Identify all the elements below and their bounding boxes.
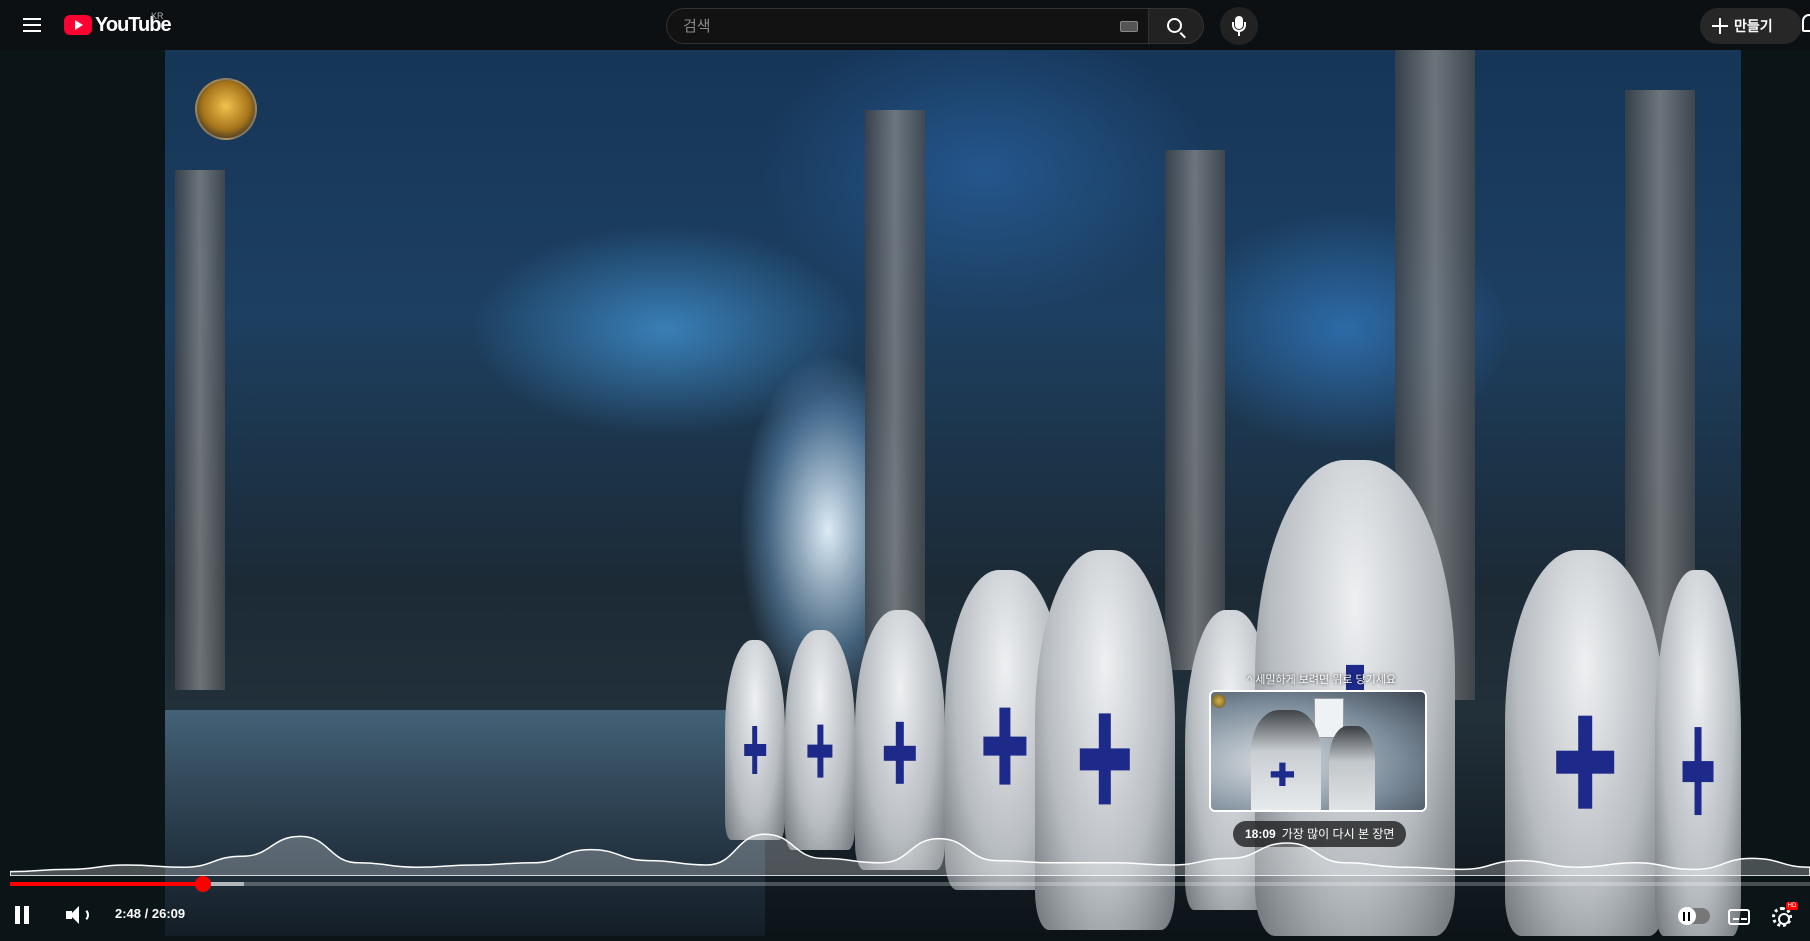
search-box xyxy=(666,8,1148,44)
subtitles-icon[interactable] xyxy=(1728,909,1750,925)
search-bar xyxy=(666,8,1204,44)
menu-icon[interactable] xyxy=(20,14,44,36)
video-player[interactable]: ^ 세밀하게 보려면 위로 당기세요 18:09가장 많이 다시 본 장면 2:… xyxy=(0,50,1810,941)
scene-pillar xyxy=(175,170,225,690)
preview-thumbnail xyxy=(1209,690,1427,812)
keyboard-icon[interactable] xyxy=(1120,21,1138,32)
player-controls: 2:48 / 26:09 HD xyxy=(0,896,1810,936)
search-button[interactable] xyxy=(1148,8,1204,44)
scene-knight xyxy=(725,640,785,840)
settings-icon[interactable] xyxy=(1772,907,1792,927)
search-icon xyxy=(1167,18,1182,33)
heatmap-curve xyxy=(10,833,1810,876)
autoplay-toggle[interactable] xyxy=(1678,907,1710,925)
hd-badge: HD xyxy=(1786,902,1798,910)
autoplay-pause-icon xyxy=(1683,912,1690,921)
pause-button[interactable] xyxy=(12,896,48,932)
masthead: YouTube KR 만들기 xyxy=(0,0,1810,50)
preview-channel-icon xyxy=(1212,694,1226,708)
volume-icon xyxy=(66,906,89,924)
create-label: 만들기 xyxy=(1734,18,1773,34)
notifications-icon[interactable] xyxy=(1802,14,1810,32)
voice-search-button[interactable] xyxy=(1220,7,1258,45)
preview-hint: ^ 세밀하게 보려면 위로 당기세요 xyxy=(1247,674,1396,686)
most-replayed-heatmap xyxy=(10,833,1810,876)
country-code: KR xyxy=(151,11,164,21)
search-input[interactable] xyxy=(667,9,1148,43)
mute-button[interactable] xyxy=(58,896,94,932)
scene-knight xyxy=(1505,550,1665,936)
pause-icon xyxy=(14,906,30,924)
time-display: 2:48 / 26:09 xyxy=(115,906,186,921)
video-frame[interactable] xyxy=(165,50,1741,936)
scene-pillar xyxy=(865,110,925,670)
progress-played xyxy=(10,882,203,886)
scrubber-handle[interactable] xyxy=(194,876,211,892)
play-logo-icon xyxy=(64,15,92,35)
plus-icon xyxy=(1712,18,1728,34)
create-button[interactable]: 만들기 xyxy=(1700,8,1802,44)
channel-watermark[interactable] xyxy=(195,78,257,140)
scene-pillar xyxy=(1165,150,1225,670)
scene-knight xyxy=(785,630,855,850)
progress-bar[interactable] xyxy=(10,882,1810,886)
